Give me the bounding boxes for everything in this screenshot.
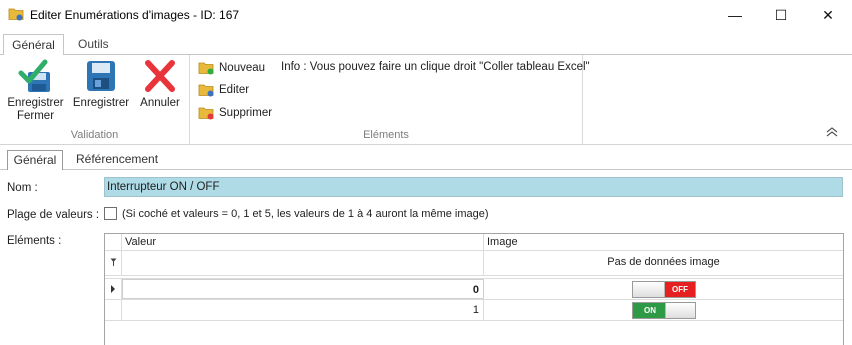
title-bar: Editer Enumérations d'images - ID: 167 —… [0, 0, 852, 31]
save-label: Enregistrer [72, 97, 130, 109]
save-button[interactable]: Enregistrer [70, 58, 132, 110]
cancel-label: Annuler [140, 97, 180, 109]
plage-checkbox[interactable] [104, 207, 117, 220]
row-image-cell[interactable]: OFF [484, 279, 843, 299]
filter-indicator-cell [105, 251, 122, 275]
minimize-button[interactable]: — [712, 0, 758, 30]
info-text: Info : Vous pouvez faire un clique droit… [281, 61, 590, 73]
new-button[interactable]: Nouveau [198, 59, 265, 77]
row-indicator [105, 279, 122, 299]
red-x-icon [145, 60, 175, 92]
switch-off-image: OFF [632, 281, 696, 298]
table-row[interactable]: 1 ON [105, 300, 843, 321]
row-valeur-cell[interactable]: 1 [122, 300, 484, 320]
tab-general[interactable]: Général [7, 150, 63, 170]
close-button[interactable]: ✕ [805, 0, 851, 30]
switch-knob [665, 303, 695, 318]
switch-on-label: ON [633, 303, 667, 318]
filter-image-cell[interactable]: Pas de données image [484, 251, 843, 275]
current-row-arrow-icon [111, 285, 115, 293]
save-checkmark-icon [18, 59, 50, 92]
folder-delete-icon [198, 107, 214, 120]
edit-label: Editer [219, 84, 250, 96]
row-indicator [105, 300, 122, 320]
save-close-label-1: Enregistrer [7, 97, 64, 109]
switch-on-image: ON [632, 302, 696, 319]
plage-hint: (Si coché et valeurs = 0, 1 et 5, les va… [122, 208, 489, 220]
folder-icon [8, 8, 24, 21]
ribbon-group-elements: Nouveau Editer Supprimer Info : Vous pou… [190, 55, 590, 144]
column-header-valeur[interactable]: Valeur [122, 234, 484, 250]
inner-tab-bar: Général Référencement [0, 146, 852, 170]
save-close-label-2: Fermer [16, 110, 55, 122]
window-title: Editer Enumérations d'images - ID: 167 [30, 8, 240, 22]
tab-referencement[interactable]: Référencement [76, 150, 158, 170]
row-image-cell[interactable]: ON [484, 300, 843, 320]
group-label-elements: Eléments [363, 129, 409, 141]
filter-valeur-cell[interactable] [122, 251, 484, 275]
folder-edit-icon [198, 84, 214, 97]
elements-label: Eléments : [7, 235, 62, 247]
delete-label: Supprimer [219, 107, 273, 119]
group-label-validation: Validation [70, 129, 119, 141]
floppy-disk-icon [87, 61, 115, 91]
row-valeur-cell[interactable]: 0 [122, 279, 484, 299]
grid-header-row: Valeur Image [105, 234, 843, 251]
collapse-ribbon-icon[interactable] [826, 127, 838, 137]
nom-label: Nom : [7, 182, 38, 194]
new-label: Nouveau [219, 62, 266, 74]
ribbon-tab-general[interactable]: Général [3, 34, 64, 56]
switch-off-label: OFF [665, 282, 695, 297]
folder-add-icon [198, 62, 214, 75]
grid-filter-row: Pas de données image [105, 251, 843, 276]
ribbon-tab-bar: Général Outils [0, 31, 852, 56]
table-row[interactable]: 0 OFF [105, 279, 843, 300]
ribbon-group-validation: Enregistrer Fermer Enregistrer Annuler V… [0, 55, 190, 144]
ribbon-tab-outils[interactable]: Outils [68, 34, 119, 56]
edit-button[interactable]: Editer [198, 81, 249, 99]
header-indicator-cell [105, 234, 122, 250]
filter-pin-icon [110, 258, 117, 267]
elements-grid: Valeur Image Pas de données image 0 OFF … [104, 233, 844, 345]
maximize-button[interactable]: ☐ [758, 0, 804, 30]
ribbon: Enregistrer Fermer Enregistrer Annuler V… [0, 55, 852, 145]
cancel-button[interactable]: Annuler [136, 58, 184, 110]
switch-knob [633, 282, 665, 297]
delete-button[interactable]: Supprimer [198, 104, 272, 122]
column-header-image[interactable]: Image [484, 234, 843, 250]
save-close-button[interactable]: Enregistrer Fermer [4, 58, 67, 123]
plage-label: Plage de valeurs : [7, 209, 100, 221]
nom-input[interactable]: Interrupteur ON / OFF [104, 177, 843, 197]
